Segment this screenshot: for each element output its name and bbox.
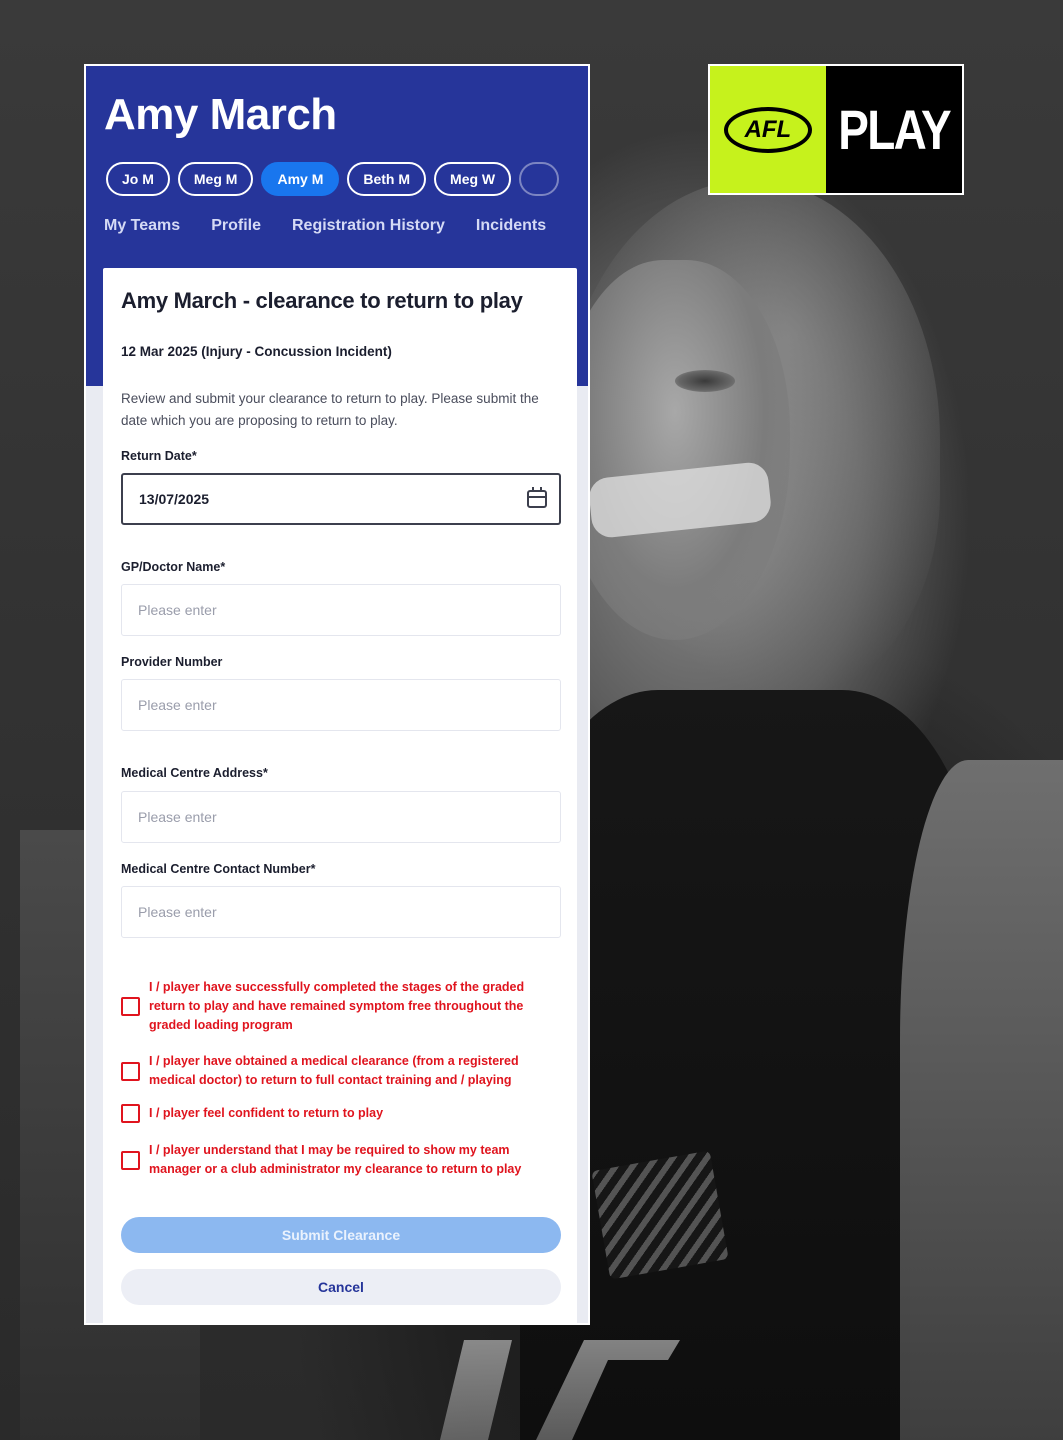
photo-eye [675,370,735,392]
photo-face [560,260,790,640]
form-description: Review and submit your clearance to retu… [121,391,539,428]
checkbox-graded-return[interactable]: I / player have successfully completed t… [121,978,539,1035]
player-chip-meg-m[interactable]: Meg M [177,162,254,196]
checkbox-label: I / player have successfully completed t… [149,980,525,1032]
checkbox-label: I / player have obtained a medical clear… [149,1054,519,1087]
nav-tabs: My Teams Profile Registration History In… [104,217,546,235]
checkbox-label: I / player understand that I may be requ… [149,1143,522,1176]
checkbox-box[interactable] [121,1061,140,1081]
play-wordmark: PLAY [838,98,951,161]
afl-play-logo: AFL PLAY [708,64,964,195]
tab-profile[interactable]: Profile [211,217,261,235]
player-chip-jo[interactable]: Jo M [106,162,170,196]
checkbox-label: I / player feel confident to return to p… [149,1106,384,1120]
provider-number-label: Provider Number [121,655,223,669]
medical-centre-address-label: Medical Centre Address* [121,766,268,780]
checkbox-show-clearance[interactable]: I / player understand that I may be requ… [121,1141,539,1179]
player-chips: Jo M Meg M Amy M Beth M Meg W [106,162,560,196]
checkbox-box[interactable] [121,997,140,1016]
player-chip-amy[interactable]: Amy M [261,162,340,196]
player-chip-beth[interactable]: Beth M [347,162,427,196]
submit-clearance-button[interactable]: Submit Clearance [121,1217,561,1253]
checkbox-medical-clearance[interactable]: I / player have obtained a medical clear… [121,1052,539,1090]
provider-number-placeholder: Please enter [138,697,217,713]
medical-centre-contact-placeholder: Please enter [138,904,217,920]
medical-centre-address-placeholder: Please enter [138,809,217,825]
return-date-input[interactable]: 13/07/2025 [121,473,561,525]
photo-jersey-crest [591,1150,729,1280]
doctor-name-input[interactable]: Please enter [121,584,561,636]
medical-centre-address-input[interactable]: Please enter [121,791,561,843]
clearance-form: Amy March - clearance to return to play … [103,268,577,1323]
doctor-name-placeholder: Please enter [138,602,217,618]
checkbox-box[interactable] [121,1104,140,1123]
tab-registration-history[interactable]: Registration History [292,217,445,235]
checkbox-feel-confident[interactable]: I / player feel confident to return to p… [121,1104,539,1123]
player-chip-meg-w[interactable]: Meg W [434,162,512,196]
tab-incidents[interactable]: Incidents [476,217,546,235]
provider-number-input[interactable]: Please enter [121,679,561,731]
player-chip-more[interactable] [519,162,560,196]
page-title: Amy March [104,90,337,139]
medical-centre-contact-label: Medical Centre Contact Number* [121,862,316,876]
checkbox-box[interactable] [121,1150,140,1170]
calendar-icon[interactable] [527,487,547,508]
medical-centre-contact-input[interactable]: Please enter [121,886,561,938]
doctor-name-label: GP/Doctor Name* [121,560,226,574]
app-window: Amy March Jo M Meg M Amy M Beth M Meg W … [84,64,590,1325]
return-date-value: 13/07/2025 [139,491,210,507]
afl-logo-icon: AFL [723,106,812,153]
tab-my-teams[interactable]: My Teams [104,217,180,235]
cancel-button[interactable]: Cancel [121,1269,561,1305]
form-title: Amy March - clearance to return to play [121,288,523,313]
photo-arm-right [900,760,1063,1440]
incident-subtitle: 12 Mar 2025 (Injury - Concussion Inciden… [121,344,392,359]
return-date-label: Return Date* [121,449,197,463]
